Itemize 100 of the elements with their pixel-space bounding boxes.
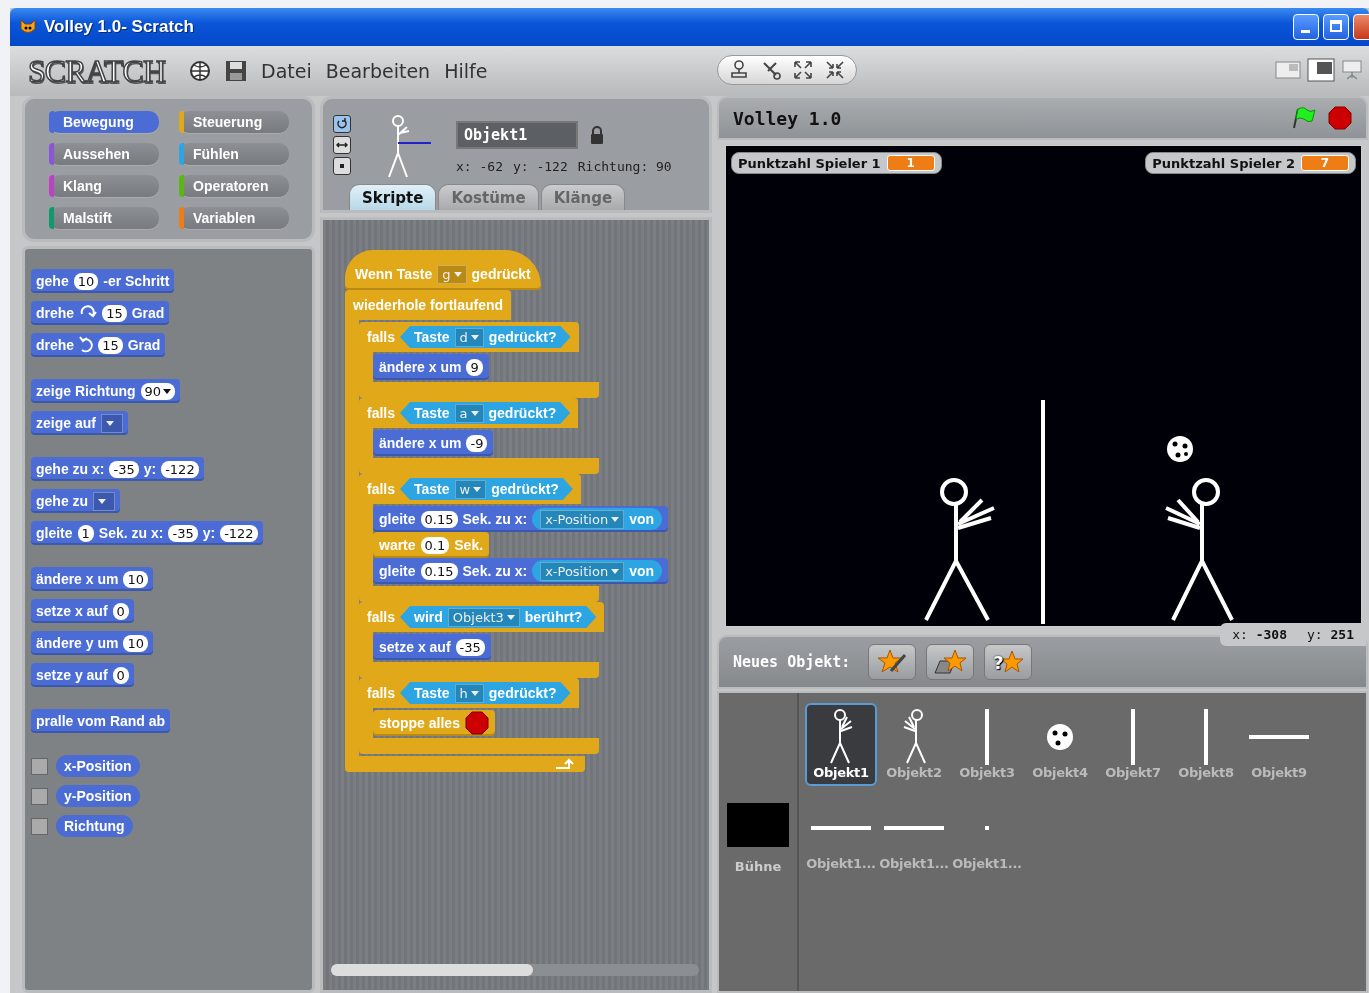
category-button[interactable]: Variablen bbox=[179, 207, 289, 229]
tab[interactable]: Skripte bbox=[349, 184, 437, 210]
sprite-thumbnail[interactable]: Objekt7 bbox=[1097, 703, 1169, 786]
command-block[interactable]: gehe 10 -er Schritt bbox=[31, 269, 175, 293]
category-button[interactable]: Operatoren bbox=[179, 175, 289, 197]
if-block[interactable]: falls wird Objekt3 berührt? bbox=[359, 602, 605, 632]
dropdown[interactable]: w bbox=[454, 479, 487, 499]
checkbox[interactable] bbox=[31, 757, 48, 775]
command-block[interactable]: gleite 1 Sek. zu x: -35 y: -122 bbox=[31, 521, 263, 545]
command-block[interactable]: gehe zu x: -35 y: -122 bbox=[31, 457, 204, 481]
sprite-thumbnail[interactable]: Objekt2 bbox=[878, 703, 950, 786]
number-input[interactable]: 15 bbox=[98, 336, 123, 354]
command-block[interactable]: zeige auf bbox=[31, 411, 128, 435]
dropdown[interactable] bbox=[93, 491, 116, 511]
dropdown[interactable]: h bbox=[454, 683, 484, 703]
reporter-block[interactable]: Richtung bbox=[56, 815, 133, 837]
tab[interactable]: Klänge bbox=[540, 184, 626, 210]
command-block[interactable]: warte 0.1 Sek. bbox=[373, 532, 490, 558]
sprite-thumbnail[interactable]: Objekt9 bbox=[1243, 703, 1315, 786]
save-icon[interactable] bbox=[225, 60, 248, 82]
rotation-style-button[interactable] bbox=[333, 136, 351, 154]
command-block[interactable]: setze y auf 0 bbox=[31, 663, 134, 687]
if-block[interactable]: falls Taste w gedrückt? bbox=[359, 474, 581, 504]
open-sprite-button[interactable] bbox=[926, 644, 975, 680]
category-button[interactable]: Bewegung bbox=[49, 111, 159, 133]
command-block[interactable]: gleite 0.15 Sek. zu x: x-Position von bbox=[373, 506, 669, 532]
normal-stage-icon[interactable] bbox=[1307, 58, 1335, 82]
number-input[interactable]: 10 bbox=[123, 570, 149, 588]
sprite-name-field[interactable]: Objekt1 bbox=[456, 121, 578, 149]
checkbox[interactable] bbox=[31, 787, 48, 805]
shrink-icon[interactable] bbox=[824, 59, 846, 81]
command-block[interactable]: gehe zu bbox=[31, 489, 121, 513]
variable-monitor[interactable]: Punktzahl Spieler 2 7 bbox=[1145, 152, 1356, 174]
command-block[interactable]: ändere x um 10 bbox=[31, 567, 154, 591]
rotation-style-button[interactable] bbox=[333, 157, 351, 175]
sprite-thumbnail[interactable]: Objekt8 bbox=[1170, 703, 1242, 786]
maximize-button[interactable] bbox=[1323, 14, 1349, 40]
number-input[interactable]: 0.15 bbox=[420, 510, 458, 528]
number-input[interactable]: 1 bbox=[77, 524, 94, 542]
sprite-thumbnail[interactable]: Objekt1... bbox=[878, 794, 950, 877]
category-button[interactable]: Malstift bbox=[49, 207, 159, 229]
tab[interactable]: Kostüme bbox=[438, 184, 539, 210]
sprite-thumbnail[interactable]: Objekt1... bbox=[805, 794, 877, 877]
number-input[interactable]: 0 bbox=[112, 602, 129, 620]
stage-thumbnail[interactable]: Bühne bbox=[727, 803, 789, 874]
flag-icon[interactable] bbox=[1290, 106, 1316, 130]
command-block[interactable]: ändere y um 10 bbox=[31, 631, 154, 655]
number-input[interactable]: 10 bbox=[73, 272, 99, 290]
number-input[interactable]: 10 bbox=[123, 634, 149, 652]
if-block[interactable]: falls Taste h gedrückt? bbox=[359, 678, 579, 708]
dropdown[interactable]: Objekt3 bbox=[447, 607, 520, 627]
stop-sign-icon[interactable] bbox=[1328, 106, 1352, 130]
dropdown[interactable]: g bbox=[437, 264, 467, 284]
paint-sprite-button[interactable] bbox=[868, 644, 917, 680]
hat-block[interactable]: Wenn Taste g gedrückt bbox=[345, 250, 541, 290]
grow-icon[interactable] bbox=[792, 59, 814, 81]
number-input[interactable]: -35 bbox=[109, 460, 139, 478]
menu-item[interactable]: Hilfe bbox=[444, 60, 488, 82]
reporter-block[interactable]: x-Position von bbox=[532, 560, 663, 582]
sprite-thumbnail[interactable]: Objekt1 bbox=[805, 703, 877, 786]
number-input[interactable]: 0 bbox=[112, 666, 129, 684]
checkbox[interactable] bbox=[31, 817, 48, 835]
reporter-block[interactable]: x-Position von bbox=[532, 508, 663, 530]
dropdown[interactable]: x-Position bbox=[540, 561, 625, 581]
rotation-style-button[interactable] bbox=[333, 115, 351, 133]
number-input[interactable]: -35 bbox=[168, 524, 198, 542]
stamp-icon[interactable] bbox=[728, 59, 750, 81]
command-block[interactable]: drehe 15 Grad bbox=[31, 333, 166, 357]
condition-block[interactable]: Taste h gedrückt? bbox=[400, 682, 571, 704]
number-input[interactable]: -122 bbox=[220, 524, 258, 542]
number-input[interactable]: 0.15 bbox=[420, 562, 458, 580]
category-button[interactable]: Steuerung bbox=[179, 111, 289, 133]
dropdown[interactable]: x-Position bbox=[540, 509, 625, 529]
category-button[interactable]: Fühlen bbox=[179, 143, 289, 165]
lock-icon[interactable] bbox=[590, 126, 604, 144]
condition-block[interactable]: Taste w gedrückt? bbox=[400, 478, 573, 500]
globe-icon[interactable] bbox=[189, 60, 212, 82]
variable-monitor[interactable]: Punktzahl Spieler 1 1 bbox=[731, 152, 942, 174]
command-block[interactable]: drehe 15 Grad bbox=[31, 301, 170, 325]
menu-item[interactable]: Bearbeiten bbox=[325, 60, 431, 82]
number-input[interactable]: -9 bbox=[466, 434, 488, 452]
scrollbar-thumb[interactable] bbox=[331, 964, 533, 976]
reporter-block[interactable]: y-Position bbox=[56, 785, 140, 807]
scissors-icon[interactable] bbox=[760, 59, 782, 81]
number-dropdown[interactable]: 90 bbox=[140, 382, 176, 400]
category-button[interactable]: Klang bbox=[49, 175, 159, 197]
dropdown[interactable] bbox=[100, 413, 123, 433]
scrollbar[interactable] bbox=[331, 964, 699, 976]
command-block[interactable]: setze x auf -35 bbox=[373, 634, 491, 660]
presentation-icon[interactable] bbox=[1341, 59, 1363, 81]
dropdown[interactable]: a bbox=[454, 403, 484, 423]
category-button[interactable]: Aussehen bbox=[49, 143, 159, 165]
sprite-thumbnail[interactable]: Objekt1... bbox=[951, 794, 1023, 877]
condition-block[interactable]: Taste d gedrückt? bbox=[400, 326, 571, 348]
number-input[interactable]: -35 bbox=[455, 638, 485, 656]
command-block[interactable]: zeige Richtung 90 bbox=[31, 379, 181, 403]
condition-block[interactable]: wird Objekt3 berührt? bbox=[400, 606, 597, 628]
number-input[interactable]: 15 bbox=[102, 304, 127, 322]
command-block[interactable]: pralle vom Rand ab bbox=[31, 709, 171, 733]
number-input[interactable]: -122 bbox=[161, 460, 199, 478]
